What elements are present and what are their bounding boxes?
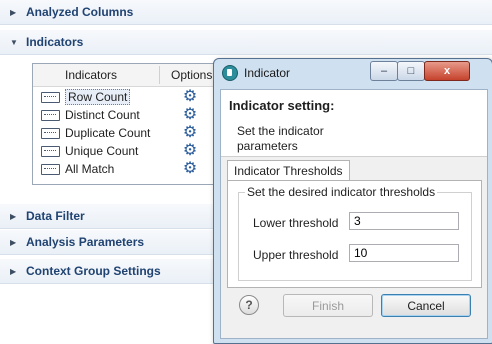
indicator-icon [41, 91, 60, 103]
column-header-options[interactable]: Options [171, 68, 212, 82]
lower-threshold-input[interactable] [349, 212, 459, 230]
thresholds-group: Set the desired indicator thresholds Low… [238, 185, 472, 281]
indicator-icon [41, 127, 60, 139]
column-divider [159, 66, 160, 84]
indicator-label: All Match [65, 162, 115, 176]
minimize-button[interactable]: – [370, 61, 398, 81]
close-button[interactable]: x [424, 61, 470, 81]
section-title: Data Filter [26, 209, 85, 223]
indicator-row-distinct-count[interactable]: Distinct Count [41, 106, 140, 124]
indicator-row-unique-count[interactable]: Unique Count [41, 142, 138, 160]
tab-label: Indicator Thresholds [234, 164, 343, 178]
section-title: Indicators [26, 35, 84, 49]
dialog-header-title: Indicator setting: [229, 98, 335, 113]
finish-button[interactable]: Finish [283, 294, 373, 317]
help-icon[interactable]: ? [239, 295, 259, 315]
indicator-label: Unique Count [65, 144, 139, 158]
dialog-header-description: Set the indicator parameters [237, 124, 324, 153]
expand-arrow-icon: ▶ [10, 211, 17, 221]
expand-arrow-icon: ▶ [10, 266, 17, 276]
indicator-icon [41, 145, 60, 157]
gear-icon[interactable]: ⚙ [182, 143, 198, 159]
window-title: Indicator [244, 66, 291, 80]
dialog-header: Indicator setting: Set the indicator par… [221, 90, 487, 157]
section-title: Context Group Settings [26, 264, 161, 278]
section-title: Analysis Parameters [26, 235, 145, 249]
dialog-body: Indicator setting: Set the indicator par… [220, 89, 488, 339]
tab-indicator-thresholds[interactable]: Indicator Thresholds [227, 160, 350, 181]
gear-icon[interactable]: ⚙ [182, 125, 198, 141]
section-title: Analyzed Columns [26, 5, 134, 19]
indicator-icon [41, 109, 60, 121]
indicator-row-row-count[interactable]: Row Count [41, 88, 131, 106]
gear-icon[interactable]: ⚙ [182, 161, 198, 177]
group-title: Set the desired indicator thresholds [245, 185, 438, 199]
lower-threshold-label: Lower threshold [253, 216, 339, 230]
section-indicators[interactable]: ▼ Indicators [0, 30, 492, 55]
indicator-label: Duplicate Count [65, 126, 151, 140]
indicator-icon [41, 163, 60, 175]
collapse-arrow-icon: ▼ [10, 37, 18, 47]
app-icon [222, 65, 238, 81]
cancel-button[interactable]: Cancel [381, 294, 471, 317]
indicator-label: Distinct Count [65, 108, 140, 122]
column-header-indicators[interactable]: Indicators [65, 68, 117, 82]
expand-arrow-icon: ▶ [10, 237, 17, 247]
upper-threshold-input[interactable] [349, 244, 459, 262]
thresholds-panel: Set the desired indicator thresholds Low… [227, 180, 482, 288]
indicator-label: Row Count [65, 89, 131, 105]
section-analyzed-columns[interactable]: ▶ Analyzed Columns [0, 0, 492, 25]
indicator-row-duplicate-count[interactable]: Duplicate Count [41, 124, 150, 142]
indicator-row-all-match[interactable]: All Match [41, 160, 114, 178]
maximize-button[interactable]: □ [397, 61, 425, 81]
gear-icon[interactable]: ⚙ [182, 89, 198, 105]
gear-icon[interactable]: ⚙ [182, 107, 198, 123]
upper-threshold-label: Upper threshold [253, 248, 339, 262]
expand-arrow-icon: ▶ [10, 7, 17, 17]
indicator-dialog: Indicator – □ x Indicator setting: Set t… [213, 58, 492, 344]
